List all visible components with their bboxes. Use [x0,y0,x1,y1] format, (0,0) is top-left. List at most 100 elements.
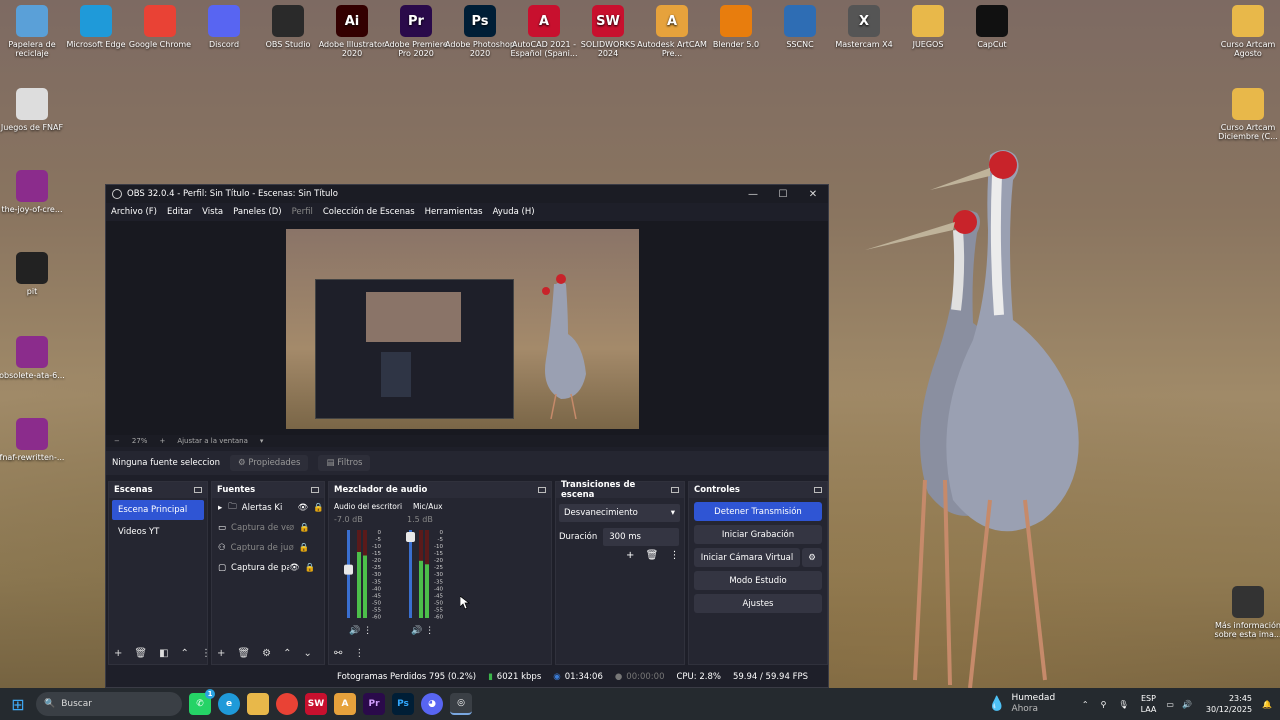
dock-undock-icon[interactable] [814,487,822,493]
dock-undock-icon[interactable] [194,487,202,493]
gear-icon[interactable]: ⚙ [802,548,822,567]
advanced-audio-icon[interactable]: ⚯ [334,648,342,659]
chevron-up-icon[interactable]: ⌃ [1082,700,1089,709]
more-icon[interactable]: ⋮ [669,550,679,561]
dock-undock-icon[interactable] [311,487,319,493]
more-icon[interactable]: ⋮ [354,648,364,659]
chevron-down-icon[interactable]: ⌄ [303,648,311,659]
fit-window-label[interactable]: Ajustar a la ventana [177,437,248,445]
chevron-up-icon[interactable]: ⌃ [283,648,291,659]
eye-icon[interactable]: 👁 [298,503,309,513]
preview-area[interactable] [106,221,828,435]
lock-icon[interactable]: 🔒 [299,543,310,553]
desktop-icon[interactable]: fnaf-rewritten-... [0,418,67,462]
maximize-button[interactable]: ☐ [768,189,798,200]
scene-filter-icon[interactable]: ◧ [159,648,168,659]
desktop-icon[interactable]: Más información sobre esta ima... [1213,586,1280,639]
desktop-icon[interactable]: Papelera de reciclaje [0,5,67,58]
desktop-icon[interactable]: Curso Artcam Agosto [1213,5,1280,58]
menu-vista[interactable]: Vista [202,207,223,217]
obs-icon[interactable]: ◎ [450,693,472,715]
settings-button[interactable]: Ajustes [694,594,822,613]
windows-start-icon[interactable]: ⊞ [0,688,36,720]
eye-hidden-icon[interactable]: ø [289,523,294,533]
scene-item[interactable]: Videos YT [112,522,204,542]
desktop-icon[interactable]: Google Chrome [125,5,195,49]
whatsapp-icon[interactable]: ✆ 1 [189,689,215,715]
desktop-icon[interactable]: X Mastercam X4 [829,5,899,49]
lock-icon[interactable]: 🔒 [313,503,324,513]
desktop-icon[interactable]: JUEGOS [893,5,963,49]
source-item[interactable]: ▢ Captura de pa 👁 🔒 [212,558,324,578]
volume-slider[interactable] [409,530,412,618]
volume-icon[interactable]: 🔊 [1182,700,1192,709]
dock-undock-icon[interactable] [671,487,679,493]
desktop-icon[interactable]: Pr Adobe Premiere Pro 2020 [381,5,451,58]
lock-icon[interactable]: 🔒 [299,523,310,533]
add-transition-button[interactable]: + [626,550,634,561]
stop-stream-button[interactable]: Detener Transmisión [694,502,822,521]
filters-button[interactable]: ▤ Filtros [318,455,371,471]
usb-icon[interactable]: ⚲ [1101,700,1107,709]
properties-button[interactable]: ⚙ Propiedades [230,455,309,471]
zoom-in-button[interactable]: + [159,437,165,445]
photoshop-icon[interactable]: Ps [392,693,414,715]
language-indicator[interactable]: ESP LAA [1141,693,1157,715]
speaker-icon[interactable]: 🔊 ⋮ [349,626,372,636]
desktop-icon[interactable]: Ai Adobe Illustrator 2020 [317,5,387,58]
zoom-out-button[interactable]: − [114,437,120,445]
clock[interactable]: 23:45 30/12/2025 [1206,693,1252,715]
add-scene-button[interactable]: + [114,648,122,659]
chevron-up-icon[interactable]: ⌃ [181,648,189,659]
desktop-icon[interactable]: Ps Adobe Photoshop 2020 [445,5,515,58]
close-button[interactable]: ✕ [798,189,828,200]
desktop-icon[interactable]: OBS Studio [253,5,323,49]
network-icon[interactable]: ▭ [1166,700,1174,709]
source-item[interactable]: ▭ Captura de ve ø 🔒 [212,518,324,538]
obs-window[interactable]: OBS 32.0.4 - Perfil: Sin Título - Escena… [105,184,829,688]
discord-icon[interactable]: ◕ [421,693,443,715]
artcam-icon[interactable]: A [334,693,356,715]
desktop-icon[interactable]: CapCut [957,5,1027,49]
lock-icon[interactable]: 🔒 [305,563,316,573]
menu-herramientas[interactable]: Herramientas [425,207,483,217]
source-item[interactable]: ▸ 🗀 Alertas Ki 👁 🔒 [212,498,324,518]
menu-editar[interactable]: Editar [167,207,192,217]
weather-widget[interactable]: 💧 Humedad Ahora [988,688,1055,720]
eye-hidden-icon[interactable]: ø [289,543,294,553]
add-source-button[interactable]: + [217,648,225,659]
transition-select[interactable]: Desvanecimiento ▾ [559,504,680,522]
menu-ayuda[interactable]: Ayuda (H) [493,207,535,217]
eye-icon[interactable]: 👁 [289,563,300,573]
duration-input[interactable]: 300 ms [603,528,680,546]
start-virtualcam-button[interactable]: Iniciar Cámara Virtual [694,548,800,567]
notifications-icon[interactable]: 🔔 [1262,700,1272,709]
edge-icon[interactable]: e [218,693,240,715]
desktop-icon[interactable]: the-joy-of-cre... [0,170,67,214]
desktop-icon[interactable]: SSCNC [765,5,835,49]
microphone-icon[interactable]: 🎙 [1118,700,1128,709]
menu-paneles[interactable]: Paneles (D) [233,207,281,217]
dock-undock-icon[interactable] [538,487,546,493]
menu-perfil[interactable]: Perfil [292,207,313,217]
desktop-icon[interactable]: Curso Artcam Diciembre (C... [1213,88,1280,141]
desktop-icon[interactable]: Juegos de FNAF [0,88,67,132]
solidworks-icon[interactable]: SW [305,693,327,715]
desktop-icon[interactable]: obsolete-ata-6... [0,336,67,380]
trash-icon[interactable]: 🗑 [237,648,250,659]
desktop-icon[interactable]: A AutoCAD 2021 - Español (Spani... [509,5,579,58]
search-box[interactable]: 🔍 Buscar [36,692,182,716]
desktop-icon[interactable]: Microsoft Edge [61,5,131,49]
chrome-icon[interactable] [276,693,298,715]
audio-meters[interactable]: 0-5-10-15-20-25-30-35-40-45-50-55-600-5-… [329,526,459,626]
file-explorer-icon[interactable] [247,693,269,715]
desktop-icon[interactable]: A Autodesk ArtCAM Pre... [637,5,707,58]
volume-slider-handle[interactable] [406,532,415,543]
premiere-icon[interactable]: Pr [363,693,385,715]
volume-slider-handle[interactable] [344,564,353,575]
speaker-icon[interactable]: 🔊 ⋮ [411,626,434,636]
desktop-icon[interactable]: Blender 5.0 [701,5,771,49]
studio-mode-button[interactable]: Modo Estudio [694,571,822,590]
gear-icon[interactable]: ⚙ [262,648,271,659]
desktop-icon[interactable]: pit [0,252,67,296]
